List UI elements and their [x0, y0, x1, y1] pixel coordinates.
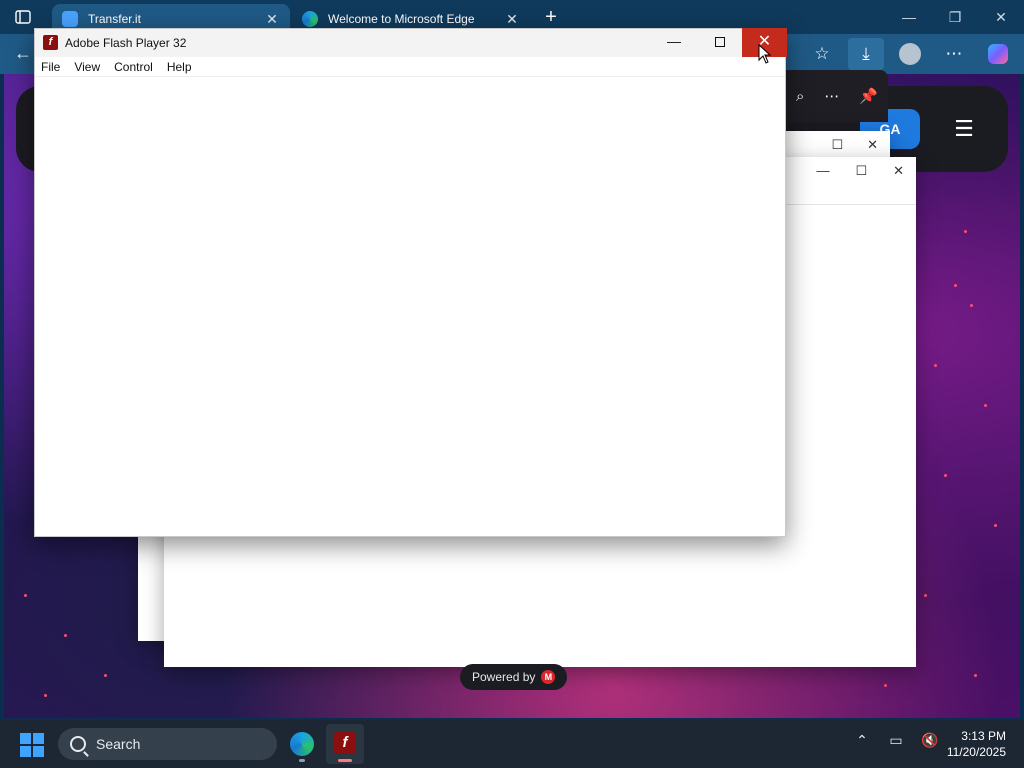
- menu-control[interactable]: Control: [107, 57, 160, 76]
- menu-bar: File View Control Help: [35, 57, 785, 77]
- flash-player-window: f Adobe Flash Player 32 — ✕ File View Co…: [34, 28, 787, 537]
- maximize-icon[interactable]: ☐: [855, 163, 867, 179]
- minimize-icon[interactable]: —: [886, 0, 932, 34]
- profile-button[interactable]: [892, 38, 928, 70]
- browser-window-controls: — ❐ ✕: [886, 0, 1024, 34]
- tab-actions-icon[interactable]: [12, 8, 34, 26]
- active-indicator: [338, 759, 352, 762]
- network-icon[interactable]: ▭: [884, 732, 908, 749]
- flash-app-icon: f: [43, 35, 58, 50]
- powered-by-badge[interactable]: Powered by M: [460, 664, 568, 690]
- toolbar-icons: ☆ ⤓ ⋯: [804, 38, 1016, 70]
- start-button[interactable]: [20, 733, 44, 757]
- transfer-favicon-icon: [62, 11, 78, 27]
- hamburger-menu-icon[interactable]: ☰: [952, 117, 976, 141]
- close-icon[interactable]: ✕: [978, 0, 1024, 34]
- edge-icon: [290, 732, 314, 756]
- back-arrow-icon[interactable]: ←: [14, 43, 32, 64]
- window-controls: — ☐ ✕: [816, 163, 904, 179]
- clock-time: 3:13 PM: [961, 729, 1006, 743]
- mouse-cursor-icon: [758, 44, 772, 64]
- menu-help[interactable]: Help: [160, 57, 199, 76]
- windows-logo-icon: [33, 746, 44, 757]
- downloads-icon[interactable]: ⤓: [848, 38, 884, 70]
- maximize-icon[interactable]: ☐: [831, 137, 843, 153]
- windows-logo-icon: [20, 746, 31, 757]
- window-title: Adobe Flash Player 32: [65, 36, 187, 50]
- windows-logo-icon: [20, 733, 31, 744]
- more-options-icon[interactable]: ⋯: [824, 87, 839, 105]
- volume-muted-icon[interactable]: 🔇: [918, 732, 942, 749]
- window-titlebar: f Adobe Flash Player 32 — ✕: [35, 28, 787, 57]
- taskbar-edge-button[interactable]: [284, 726, 320, 762]
- system-tray: ⌃ ▭ 🔇: [850, 732, 942, 749]
- edge-favicon-icon: [302, 11, 318, 27]
- close-icon[interactable]: ✕: [893, 163, 904, 179]
- restore-icon[interactable]: ❐: [932, 0, 978, 34]
- search-label: Search: [96, 736, 141, 752]
- avatar: [899, 43, 921, 65]
- minimize-icon[interactable]: —: [816, 163, 829, 179]
- favorites-icon[interactable]: ☆: [804, 38, 840, 70]
- chevron-up-icon[interactable]: ⌃: [850, 732, 874, 749]
- window-controls: ☐ ✕: [831, 137, 878, 153]
- menu-view[interactable]: View: [67, 57, 107, 76]
- copilot-icon: [988, 44, 1008, 64]
- menu-file[interactable]: File: [35, 57, 67, 76]
- mega-logo-icon: M: [541, 670, 556, 684]
- maximize-button[interactable]: [697, 29, 743, 57]
- tab-title: Transfer.it: [88, 12, 141, 26]
- powered-by-label: Powered by: [472, 670, 536, 684]
- maximize-icon: [715, 37, 725, 47]
- tab-title: Welcome to Microsoft Edge: [328, 12, 475, 26]
- taskbar-search[interactable]: Search: [58, 728, 277, 760]
- close-tab-icon[interactable]: ✕: [264, 11, 280, 27]
- clock-date: 11/20/2025: [946, 745, 1006, 759]
- new-tab-button[interactable]: +: [540, 6, 562, 28]
- flash-app-icon: f: [334, 732, 356, 754]
- search-icon: [70, 736, 86, 752]
- running-indicator: [299, 759, 305, 762]
- copilot-button[interactable]: [980, 38, 1016, 70]
- taskbar-clock[interactable]: 3:13 PM 11/20/2025: [947, 728, 1006, 760]
- minimize-button[interactable]: —: [651, 29, 697, 57]
- taskbar-flash-button[interactable]: f: [326, 724, 364, 764]
- windows-logo-icon: [33, 733, 44, 744]
- search-icon[interactable]: ⌕: [796, 88, 804, 105]
- close-tab-icon[interactable]: ✕: [504, 11, 520, 27]
- close-icon[interactable]: ✕: [867, 137, 878, 153]
- more-options-icon[interactable]: ⋯: [936, 38, 972, 70]
- downloads-flyout-toolbar: ⌕ ⋯ 📌: [786, 70, 888, 122]
- pin-icon[interactable]: 📌: [859, 87, 878, 105]
